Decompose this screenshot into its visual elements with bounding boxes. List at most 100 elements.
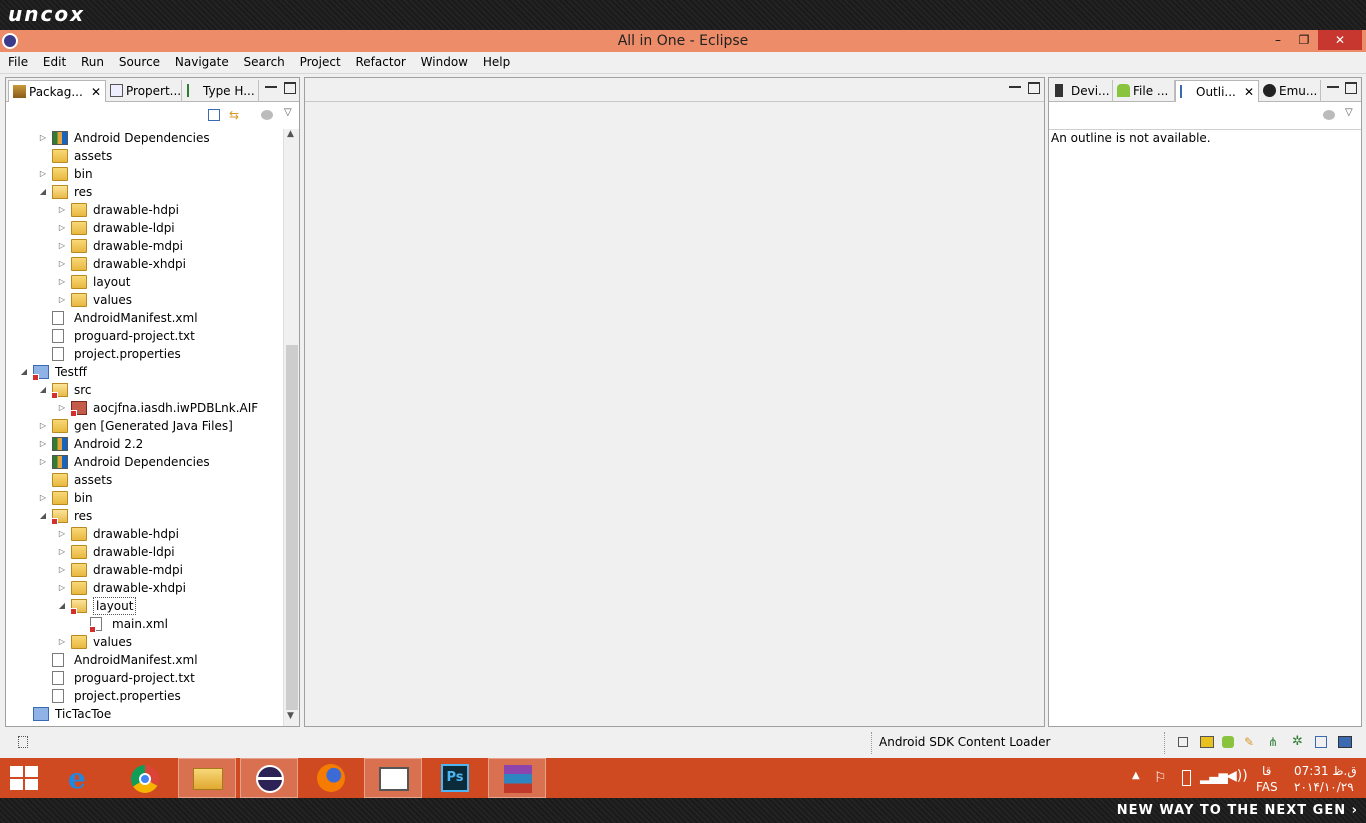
- expand-arrow-icon[interactable]: ▷: [38, 417, 48, 435]
- tree-item[interactable]: ▷ aocjfna.iasdh.iwPDBLnk.AIF: [6, 399, 283, 417]
- menu-run[interactable]: Run: [81, 52, 104, 73]
- tree-item[interactable]: AndroidManifest.xml: [6, 309, 283, 327]
- android-sdk-icon[interactable]: [1222, 736, 1234, 748]
- expand-arrow-icon[interactable]: ▷: [38, 453, 48, 471]
- close-button[interactable]: ✕: [1318, 30, 1362, 50]
- tree-item[interactable]: ▷ drawable-xhdpi: [6, 255, 283, 273]
- tree-item[interactable]: ▷ Android 2.2: [6, 435, 283, 453]
- expand-arrow-icon[interactable]: ▷: [38, 129, 48, 147]
- tree-item[interactable]: ▷ bin: [6, 165, 283, 183]
- internet-explorer-icon[interactable]: e: [54, 758, 112, 798]
- expand-arrow-icon[interactable]: ▷: [57, 273, 67, 291]
- tree-item[interactable]: ▷ values: [6, 291, 283, 309]
- tree-item[interactable]: ▷ bin: [6, 489, 283, 507]
- battery-icon[interactable]: [1182, 770, 1191, 786]
- minimize-button[interactable]: –: [1264, 30, 1292, 50]
- minimize-editor-icon[interactable]: [1009, 82, 1021, 88]
- expand-arrow-icon[interactable]: ▷: [57, 561, 67, 579]
- close-tab-icon[interactable]: ✕: [91, 81, 101, 102]
- maximize-editor-icon[interactable]: [1028, 82, 1040, 94]
- collapse-arrow-icon[interactable]: ◢: [19, 363, 29, 381]
- tree-item[interactable]: ◢ res: [6, 507, 283, 525]
- collapse-arrow-icon[interactable]: ◢: [38, 381, 48, 399]
- tree-item[interactable]: ▷ drawable-mdpi: [6, 237, 283, 255]
- collapse-arrow-icon[interactable]: ◢: [38, 507, 48, 525]
- expand-arrow-icon[interactable]: ▷: [57, 291, 67, 309]
- tab-type-hierarchy[interactable]: Type H...: [183, 80, 259, 102]
- menu-navigate[interactable]: Navigate: [175, 52, 229, 73]
- tree-item[interactable]: assets: [6, 147, 283, 165]
- menu-search[interactable]: Search: [244, 52, 285, 73]
- tree-item[interactable]: ▷ gen [Generated Java Files]: [6, 417, 283, 435]
- start-windows-icon[interactable]: [10, 766, 38, 790]
- scroll-down-icon[interactable]: ▼: [287, 711, 294, 721]
- expand-arrow-icon[interactable]: ▷: [57, 525, 67, 543]
- monitor-icon[interactable]: [1338, 736, 1352, 748]
- menu-file[interactable]: File: [8, 52, 28, 73]
- collapse-arrow-icon[interactable]: ◢: [38, 183, 48, 201]
- tree-item[interactable]: ▷ Android Dependencies: [6, 453, 283, 471]
- scroll-up-icon[interactable]: ▲: [287, 129, 294, 139]
- photoshop-icon[interactable]: Ps: [426, 758, 484, 798]
- tree-item[interactable]: ▷ drawable-hdpi: [6, 525, 283, 543]
- bug-icon[interactable]: ✲: [1292, 735, 1306, 749]
- tab-package-explorer[interactable]: Packag... ✕: [8, 80, 106, 102]
- collapse-all-icon[interactable]: [208, 109, 220, 121]
- expand-arrow-icon[interactable]: ▷: [38, 489, 48, 507]
- link-with-editor-icon[interactable]: ⇆: [229, 109, 243, 121]
- expand-arrow-icon[interactable]: ▷: [57, 219, 67, 237]
- file-explorer-icon[interactable]: [178, 758, 236, 798]
- tree-item[interactable]: project.properties: [6, 687, 283, 705]
- menu-project[interactable]: Project: [300, 52, 341, 73]
- expand-arrow-icon[interactable]: ▷: [57, 543, 67, 561]
- expand-arrow-icon[interactable]: ▷: [57, 633, 67, 651]
- fast-view-icon[interactable]: [18, 736, 28, 748]
- expand-arrow-icon[interactable]: ▷: [38, 165, 48, 183]
- checklist-icon[interactable]: [1315, 736, 1327, 748]
- focus-icon[interactable]: [261, 110, 273, 120]
- firefox-icon[interactable]: [302, 758, 360, 798]
- tree-item[interactable]: assets: [6, 471, 283, 489]
- view-menu-icon[interactable]: ▽: [1345, 107, 1353, 118]
- expand-arrow-icon[interactable]: ▷: [57, 237, 67, 255]
- tree-item[interactable]: ▷ drawable-ldpi: [6, 543, 283, 561]
- toolbar-icon-2[interactable]: [1200, 736, 1214, 748]
- expand-arrow-icon[interactable]: ▷: [57, 579, 67, 597]
- tree-item[interactable]: ▷ drawable-hdpi: [6, 201, 283, 219]
- expand-arrow-icon[interactable]: ▷: [57, 201, 67, 219]
- hierarchy-icon[interactable]: ⋔: [1268, 736, 1282, 748]
- toolbar-icon-1[interactable]: [1178, 737, 1188, 747]
- tree-item[interactable]: project.properties: [6, 345, 283, 363]
- expand-arrow-icon[interactable]: ▷: [38, 435, 48, 453]
- close-tab-icon[interactable]: ✕: [1244, 81, 1254, 102]
- tab-devices[interactable]: Devi...: [1051, 80, 1113, 102]
- minimize-view-icon[interactable]: [265, 82, 277, 88]
- menu-refactor[interactable]: Refactor: [356, 52, 406, 73]
- tree-item[interactable]: ▷ drawable-xhdpi: [6, 579, 283, 597]
- tree-item[interactable]: ◢ src: [6, 381, 283, 399]
- tree-item[interactable]: ◢ res: [6, 183, 283, 201]
- tree-item[interactable]: ▷ Android Dependencies: [6, 129, 283, 147]
- maximize-view-icon[interactable]: [284, 82, 296, 94]
- tab-outline[interactable]: Outli... ✕: [1175, 80, 1259, 102]
- tab-properties[interactable]: Propert...: [106, 80, 182, 102]
- winrar-icon[interactable]: [488, 758, 546, 798]
- expand-arrow-icon[interactable]: ▷: [57, 255, 67, 273]
- chrome-icon[interactable]: [116, 758, 174, 798]
- minimize-view-icon[interactable]: [1327, 82, 1339, 88]
- tree-item[interactable]: proguard-project.txt: [6, 327, 283, 345]
- menu-help[interactable]: Help: [483, 52, 510, 73]
- tree-item[interactable]: ◢ Testff: [6, 363, 283, 381]
- eclipse-icon[interactable]: [240, 758, 298, 798]
- collapse-arrow-icon[interactable]: ◢: [57, 597, 67, 615]
- tree-item[interactable]: ▷ layout: [6, 273, 283, 291]
- tab-file-explorer[interactable]: File ...: [1113, 80, 1175, 102]
- menu-window[interactable]: Window: [421, 52, 468, 73]
- tree-item[interactable]: ▷ drawable-ldpi: [6, 219, 283, 237]
- tree-scrollbar[interactable]: ▲ ▼: [283, 129, 299, 726]
- tree-item[interactable]: ▷ drawable-mdpi: [6, 561, 283, 579]
- wand-icon[interactable]: ✎: [1244, 736, 1258, 748]
- tree-item[interactable]: ▷ values: [6, 633, 283, 651]
- window-app-icon[interactable]: [364, 758, 422, 798]
- view-menu-icon[interactable]: ▽: [284, 107, 292, 118]
